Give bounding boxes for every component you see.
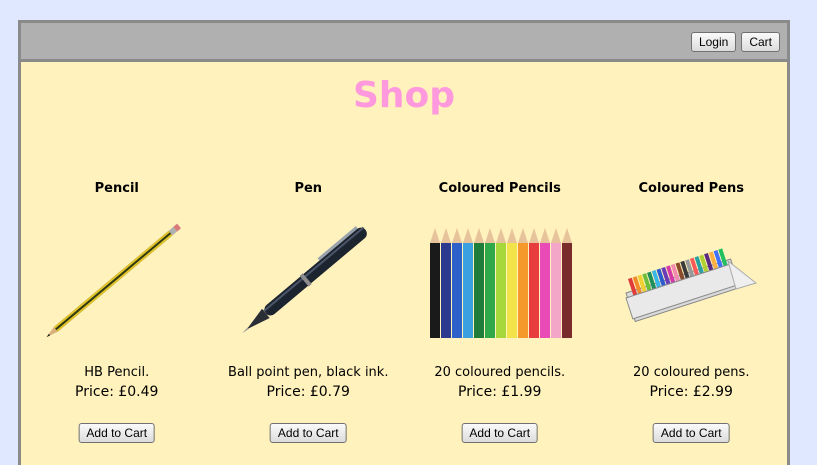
product-grid: Pencil HB Pencil. Price: £0.49 Add to Ca… bbox=[21, 173, 787, 463]
product-price: Price: £2.99 bbox=[649, 384, 733, 400]
product-price: Price: £0.79 bbox=[266, 384, 350, 400]
login-button[interactable]: Login bbox=[690, 32, 737, 52]
pen-image bbox=[242, 226, 368, 334]
page-frame: Login Cart Shop Pencil HB Pencil. Price: bbox=[18, 20, 790, 465]
topbar-actions: Login Cart bbox=[690, 32, 780, 52]
product-description: 20 coloured pencils. bbox=[434, 365, 566, 380]
product-price: Price: £1.99 bbox=[458, 384, 542, 400]
pencil-image bbox=[46, 223, 181, 338]
page-title: Shop bbox=[352, 75, 456, 116]
top-bar: Login Cart bbox=[21, 23, 787, 62]
coloured-pencils-image bbox=[429, 228, 572, 338]
add-to-cart-button[interactable]: Add to Cart bbox=[652, 423, 730, 443]
coloured-pens-image bbox=[625, 248, 758, 323]
product-card-coloured-pens: Coloured Pens 20 coloured pens. Price: £… bbox=[596, 173, 788, 463]
product-price: Price: £0.49 bbox=[75, 384, 159, 400]
product-name: Coloured Pens bbox=[638, 181, 744, 196]
product-card-coloured-pencils: Coloured Pencils 20 coloured pencils. Pr… bbox=[404, 173, 596, 463]
product-description: 20 coloured pens. bbox=[633, 365, 750, 380]
product-description: HB Pencil. bbox=[84, 365, 150, 380]
add-to-cart-button[interactable]: Add to Cart bbox=[269, 423, 347, 443]
product-description: Ball point pen, black ink. bbox=[228, 365, 389, 380]
product-name: Pen bbox=[294, 181, 323, 196]
product-card-pencil: Pencil HB Pencil. Price: £0.49 Add to Ca… bbox=[21, 173, 213, 463]
product-card-pen: Pen Ball point pen, black ink. Price: £0… bbox=[213, 173, 405, 463]
add-to-cart-button[interactable]: Add to Cart bbox=[461, 423, 539, 443]
add-to-cart-button[interactable]: Add to Cart bbox=[78, 423, 156, 443]
cart-button[interactable]: Cart bbox=[741, 32, 780, 52]
product-name: Coloured Pencils bbox=[438, 181, 561, 196]
product-name: Pencil bbox=[94, 181, 139, 196]
